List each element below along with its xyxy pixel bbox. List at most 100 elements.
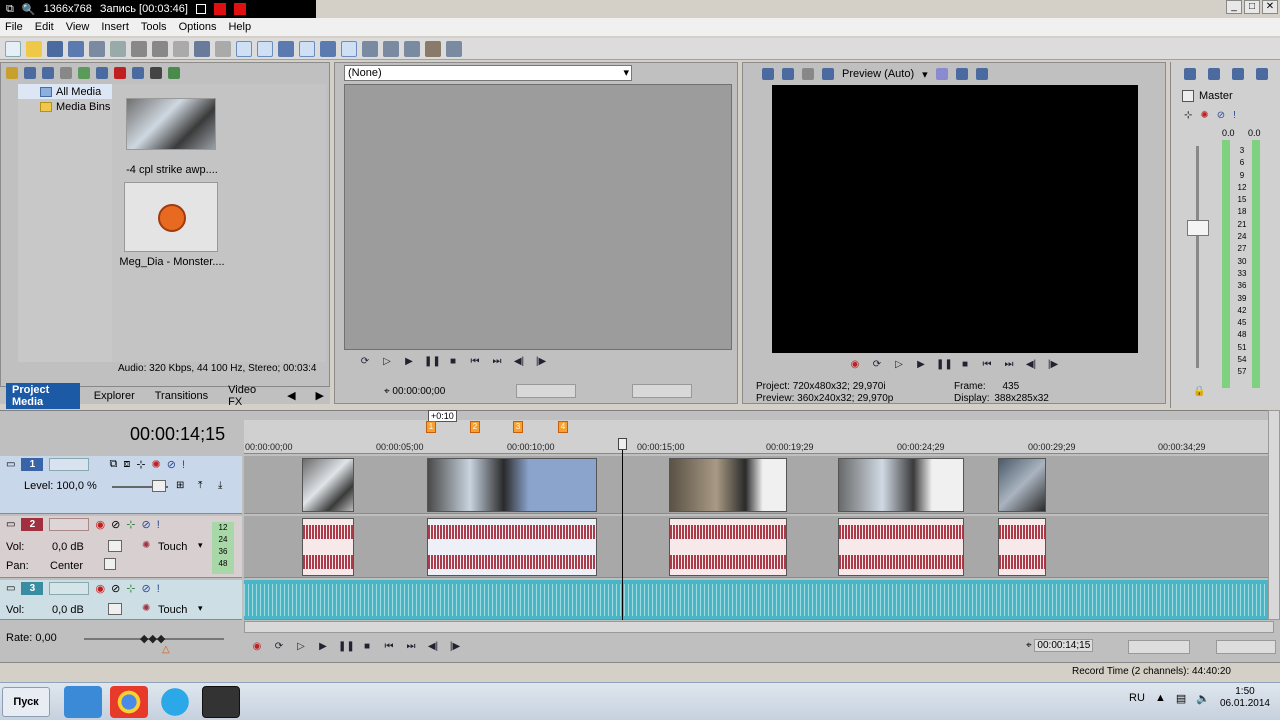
audio-clip[interactable] <box>302 518 354 576</box>
automation-mode[interactable]: Touch <box>158 604 187 616</box>
timeline-marker[interactable]: 2 <box>470 421 480 433</box>
lock-icon[interactable]: 🔒 <box>1193 386 1205 397</box>
explorer-taskbar-icon[interactable] <box>64 685 102 718</box>
external-monitor-icon[interactable] <box>782 68 794 80</box>
record-icon[interactable]: ◉ <box>848 359 862 371</box>
copy-icon[interactable] <box>152 40 168 57</box>
preview-properties-icon[interactable] <box>762 68 774 80</box>
tree-item-all-media[interactable]: All Media <box>18 84 112 99</box>
open-icon[interactable] <box>26 40 42 57</box>
go-to-start-icon[interactable]: ⏮ <box>980 359 994 371</box>
search-icon[interactable] <box>96 67 108 79</box>
make-compositing-child-icon[interactable]: ⤓ <box>218 480 222 491</box>
pause-icon[interactable]: ❚❚ <box>424 356 441 368</box>
stop-icon[interactable]: ■ <box>360 641 374 653</box>
media-item-label[interactable]: -4 cpl strike awp.... <box>120 164 224 176</box>
mute-icon[interactable]: ⊘ <box>167 458 176 471</box>
loop-icon[interactable]: ⟳ <box>870 359 884 371</box>
menu-insert[interactable]: Insert <box>101 21 129 33</box>
track-fx-icon[interactable]: ✺ <box>152 458 161 471</box>
auto-crossfade-icon[interactable] <box>362 40 378 57</box>
arm-record-icon[interactable]: ◉ <box>95 582 105 595</box>
next-frame-icon[interactable]: |▶ <box>448 641 462 653</box>
video-preview-screen[interactable] <box>772 85 1138 353</box>
timeline-marker[interactable]: 1 <box>426 421 436 433</box>
timeline-horizontal-scrollbar[interactable] <box>244 621 1274 633</box>
media-item-label[interactable]: Meg_Dia - Monster.... <box>118 256 226 268</box>
next-frame-icon[interactable]: |▶ <box>534 356 548 368</box>
video-clip[interactable] <box>998 458 1046 512</box>
normal-edit-tool-icon[interactable] <box>236 40 252 57</box>
tab-scroll-right-icon[interactable]: ▶ <box>310 388 330 403</box>
track-number[interactable]: 1 <box>21 458 44 471</box>
tab-video-fx[interactable]: Video FX <box>222 383 273 409</box>
automation-icon[interactable]: ⊹ <box>1184 110 1192 121</box>
automation-mode[interactable]: Touch <box>158 541 187 553</box>
go-to-start-icon[interactable]: ⏮ <box>382 641 396 653</box>
video-thumbnail[interactable] <box>126 98 216 150</box>
split-screen-icon[interactable] <box>822 68 834 80</box>
add-bus-icon[interactable] <box>1256 68 1268 80</box>
play-from-start-icon[interactable]: ▷ <box>892 359 906 371</box>
recorder-window-icon[interactable]: ⧉ <box>6 3 14 16</box>
mixer-properties-icon[interactable] <box>1184 68 1196 80</box>
chevron-down-icon[interactable]: ▾ <box>922 68 928 81</box>
vol-slider-thumb[interactable] <box>108 603 122 615</box>
stop-record-icon[interactable] <box>233 3 246 15</box>
language-indicator[interactable]: RU <box>1129 692 1145 704</box>
play-from-start-icon[interactable]: ▷ <box>380 356 394 368</box>
menu-file[interactable]: File <box>5 21 23 33</box>
undo-icon[interactable] <box>194 40 210 57</box>
timeline-vertical-scrollbar[interactable] <box>1268 410 1280 620</box>
trimmer-area[interactable] <box>344 84 732 350</box>
save-icon[interactable] <box>47 40 63 57</box>
properties-icon[interactable] <box>110 40 126 57</box>
compositing-child-icon[interactable]: ⊞ <box>176 480 184 491</box>
start-button[interactable]: Пуск <box>2 686 50 717</box>
chevron-down-icon[interactable]: ▾ <box>198 540 203 551</box>
expand-keyframes-icon[interactable]: ⊹ <box>136 458 145 471</box>
arm-record-icon[interactable]: ◉ <box>95 518 105 531</box>
selection-tool-icon[interactable] <box>278 40 294 57</box>
play-from-start-icon[interactable]: ▷ <box>294 641 308 653</box>
solo-icon[interactable]: ! <box>1233 110 1236 121</box>
next-frame-icon[interactable]: |▶ <box>1046 359 1060 371</box>
audio-clip[interactable] <box>998 518 1046 576</box>
track-name-field[interactable] <box>49 518 90 531</box>
tab-transitions[interactable]: Transitions <box>149 389 214 403</box>
go-to-end-icon[interactable]: ⏭ <box>1002 359 1016 371</box>
play-icon[interactable]: ▶ <box>914 359 928 371</box>
transport-time[interactable]: 00:00:14;15 <box>1034 639 1094 652</box>
cut-icon[interactable] <box>131 40 147 57</box>
pause-icon[interactable]: ❚❚ <box>936 359 953 371</box>
go-to-start-icon[interactable]: ⏮ <box>468 356 482 368</box>
loop-icon[interactable]: ⟳ <box>272 641 286 653</box>
auto-preview-icon[interactable] <box>168 67 180 79</box>
tab-scroll-left-icon[interactable]: ◀ <box>281 388 301 403</box>
preview-quality-select[interactable]: Preview (Auto) <box>842 68 914 80</box>
skype-taskbar-icon[interactable] <box>156 685 194 718</box>
volume-icon[interactable]: 🔈 <box>1196 692 1210 705</box>
new-icon[interactable] <box>5 40 21 57</box>
plugin-icon[interactable] <box>425 40 441 57</box>
loop-icon[interactable]: ⟳ <box>358 356 372 368</box>
track-fx-icon[interactable]: ✺ <box>142 603 150 614</box>
trimmer-length-field[interactable] <box>632 384 692 398</box>
pause-record-icon[interactable] <box>213 3 226 15</box>
audio-clip[interactable] <box>838 518 964 576</box>
tab-project-media[interactable]: Project Media <box>6 382 80 409</box>
chrome-taskbar-icon[interactable] <box>110 685 148 718</box>
selection-length-field[interactable] <box>1216 640 1276 654</box>
paste-icon[interactable] <box>173 40 189 57</box>
track-minimize-icon[interactable]: ▭ <box>6 459 15 470</box>
pause-icon[interactable]: ❚❚ <box>338 641 355 653</box>
render-icon[interactable] <box>89 40 105 57</box>
record-icon[interactable]: ◉ <box>250 641 264 653</box>
camera-icon[interactable] <box>195 4 206 14</box>
composite-mode-icon[interactable]: ⧉ <box>109 458 117 471</box>
snapping-icon[interactable] <box>341 40 357 57</box>
track-minimize-icon[interactable]: ▭ <box>6 519 15 530</box>
invert-phase-icon[interactable]: ⊘ <box>111 582 120 595</box>
ignore-grouping-icon[interactable] <box>383 40 399 57</box>
go-to-end-icon[interactable]: ⏭ <box>490 356 504 368</box>
